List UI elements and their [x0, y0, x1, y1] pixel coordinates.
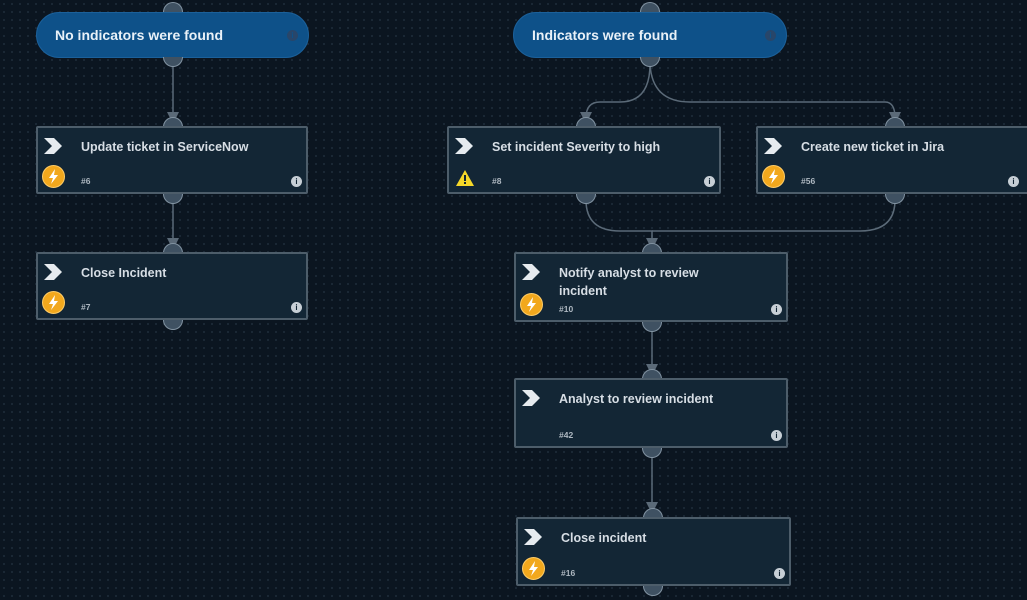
- task-title: Analyst to review incident: [559, 392, 714, 406]
- chevron-right-icon: [455, 138, 473, 154]
- info-icon[interactable]: i: [765, 30, 776, 41]
- automation-bolt-icon: [522, 557, 545, 580]
- info-icon[interactable]: i: [1008, 176, 1019, 187]
- chevron-right-icon: [522, 264, 540, 280]
- automation-bolt-icon: [42, 165, 65, 188]
- task-set-severity-high[interactable]: Set incident Severity to high #8 i: [447, 126, 721, 194]
- task-title: Close Incident: [81, 266, 167, 280]
- condition-label: Indicators were found: [532, 27, 678, 43]
- task-title: Update ticket in ServiceNow: [81, 140, 249, 154]
- info-icon[interactable]: i: [704, 176, 715, 187]
- playbook-canvas[interactable]: No indicators were found i Indicators we…: [0, 0, 1027, 600]
- edge-8-to-10: [585, 199, 658, 250]
- chevron-right-icon: [524, 529, 542, 545]
- task-number: #7: [81, 302, 91, 312]
- warning-icon: [456, 170, 474, 186]
- condition-indicators-found[interactable]: Indicators were found i: [513, 12, 787, 58]
- edge-indicators-to-8: [580, 63, 651, 124]
- chevron-right-icon: [44, 138, 62, 154]
- info-icon[interactable]: i: [287, 30, 298, 41]
- condition-label: No indicators were found: [55, 27, 224, 43]
- task-close-incident-7[interactable]: Close Incident #7 i: [36, 252, 308, 320]
- condition-no-indicators[interactable]: No indicators were found i: [36, 12, 309, 58]
- task-title: Set incident Severity to high: [492, 140, 661, 154]
- task-number: #10: [559, 304, 574, 314]
- task-number: #56: [801, 176, 816, 186]
- info-icon[interactable]: i: [774, 568, 785, 579]
- task-create-jira-ticket[interactable]: Create new ticket in Jira #56 i: [756, 126, 1027, 194]
- task-number: #16: [561, 568, 576, 578]
- task-number: #42: [559, 430, 574, 440]
- task-analyst-review[interactable]: Analyst to review incident #42 i: [514, 378, 788, 448]
- task-close-incident-16[interactable]: Close incident #16 i: [516, 517, 791, 586]
- automation-bolt-icon: [762, 165, 785, 188]
- automation-bolt-icon: [42, 291, 65, 314]
- chevron-right-icon: [522, 390, 540, 406]
- chevron-right-icon: [764, 138, 782, 154]
- task-number: #8: [492, 176, 502, 186]
- task-title: Close incident: [561, 531, 647, 545]
- task-title: Notify analyst to review incident: [559, 266, 699, 298]
- edge-56-to-10: [652, 199, 896, 232]
- task-notify-analyst[interactable]: Notify analyst to review incident #10 i: [514, 252, 788, 322]
- task-number: #6: [81, 176, 91, 186]
- automation-bolt-icon: [520, 293, 543, 316]
- info-icon[interactable]: i: [291, 302, 302, 313]
- info-icon[interactable]: i: [291, 176, 302, 187]
- task-title: Create new ticket in Jira: [801, 140, 945, 154]
- chevron-right-icon: [44, 264, 62, 280]
- info-icon[interactable]: i: [771, 430, 782, 441]
- info-icon[interactable]: i: [771, 304, 782, 315]
- edge-indicators-to-56: [649, 63, 901, 124]
- task-update-ticket-servicenow[interactable]: Update ticket in ServiceNow #6 i: [36, 126, 308, 194]
